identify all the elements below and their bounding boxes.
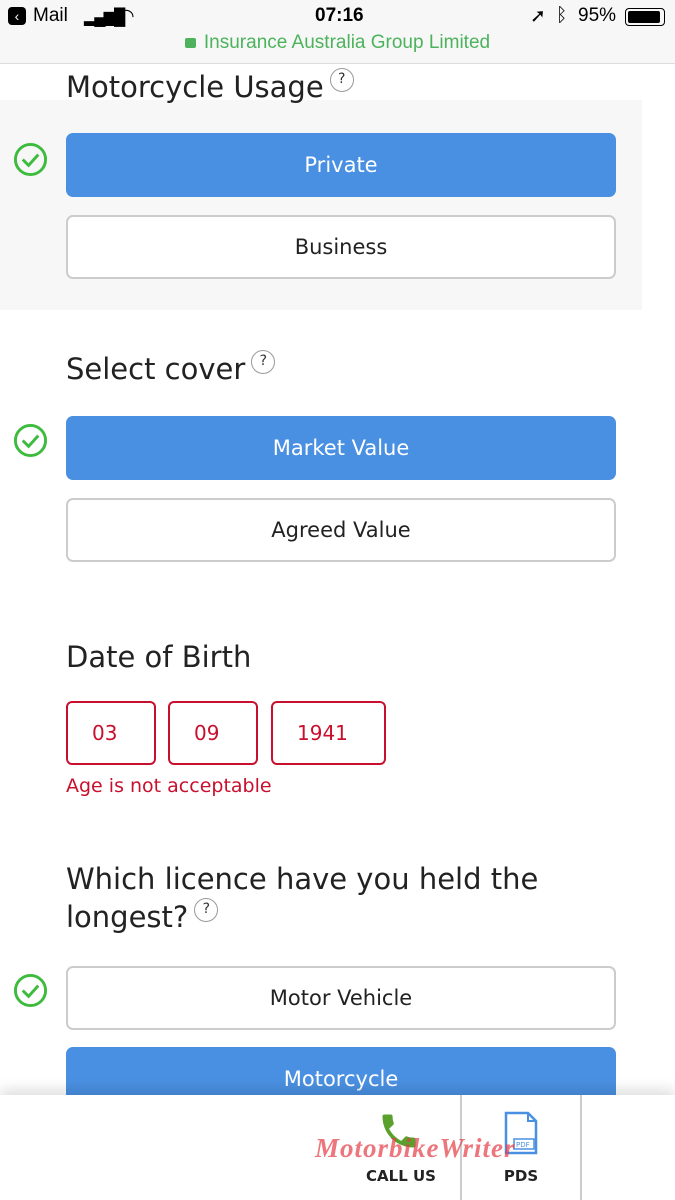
dob-error-message: Age is not acceptable [66,775,272,797]
check-icon [13,142,48,177]
battery-percent: 95% [578,5,617,26]
cover-market-value-button[interactable]: Market Value [66,416,616,480]
cover-heading: Select cover? [66,350,276,388]
usage-private-button[interactable]: Private [66,133,616,197]
licence-heading-line2: longest?? [66,898,219,936]
lock-icon [184,38,196,48]
help-icon[interactable]: ? [329,68,354,92]
usage-title: Motorcycle Usage [66,70,324,104]
svg-text:PDF: PDF [516,1141,530,1149]
site-name: Insurance Australia Group Limited [203,32,491,53]
licence-motor-vehicle-button[interactable]: Motor Vehicle [66,966,616,1030]
wifi-icon: ◠ [118,6,135,27]
usage-heading: Motorcycle Usage? [66,68,354,106]
bluetooth-icon: ᛒ [556,5,568,26]
divider [580,1095,582,1200]
licence-title: longest? [66,900,189,934]
status-bar: ‹ Mail ▂▄▆█ ◠ 07:16 ➚ ᛒ 95% Insurance Au… [0,0,675,64]
battery-icon [625,8,665,26]
licence-heading-line1: Which licence have you held the [66,862,539,896]
back-app-label[interactable]: Mail [33,5,68,27]
watermark-logo: MotorbikeWriter [315,1133,516,1163]
clock: 07:16 [315,5,364,26]
help-icon[interactable]: ? [194,898,219,922]
dob-heading: Date of Birth [66,640,252,674]
dob-year-input[interactable]: 1941 [271,701,386,765]
dob-day-input[interactable]: 03 [66,701,156,765]
pds-label: PDS [503,1167,539,1185]
location-icon: ➚ [530,6,546,27]
back-icon[interactable]: ‹ [8,7,26,25]
help-icon[interactable]: ? [251,350,276,374]
cover-title: Select cover [66,352,246,386]
check-icon [13,423,48,458]
site-identity[interactable]: Insurance Australia Group Limited [0,32,675,54]
usage-business-button[interactable]: Business [66,215,616,279]
cover-agreed-value-button[interactable]: Agreed Value [66,498,616,562]
call-us-label: CALL US [366,1167,436,1185]
check-icon [13,973,48,1008]
dob-month-input[interactable]: 09 [168,701,258,765]
